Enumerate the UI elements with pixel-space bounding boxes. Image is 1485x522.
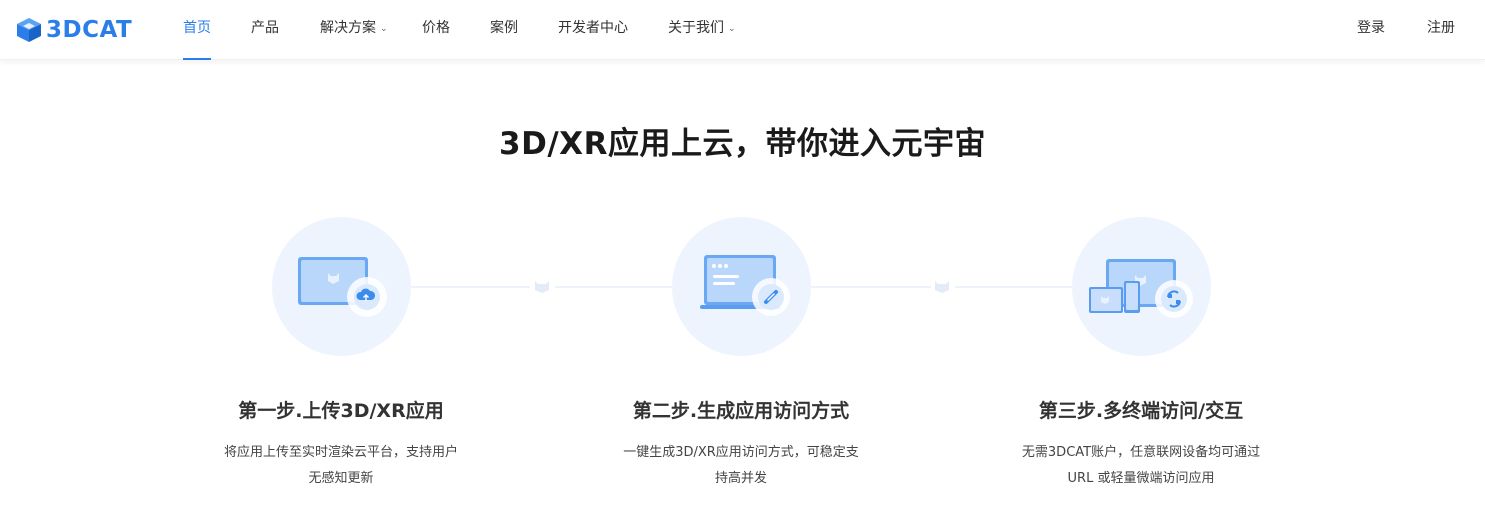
step-connector [955, 286, 1072, 288]
nav-label: 关于我们 [668, 20, 724, 36]
step-connector [410, 286, 530, 288]
nav-label: 开发者中心 [558, 20, 628, 36]
step-1-description: 将应用上传至实时渲染云平台，支持用户 无感知更新 [206, 440, 476, 492]
step-3-illustration [1072, 217, 1211, 356]
nav-item-about-us[interactable]: 关于我们 ⌄ [668, 0, 736, 60]
brand-name: 3DCAT [46, 17, 133, 43]
nav-item-products[interactable]: 产品 [251, 0, 279, 60]
nav-label: 价格 [422, 20, 450, 36]
sync-devices-icon [1089, 259, 1193, 318]
step-connector [555, 286, 672, 288]
nav-item-home[interactable]: 首页 [183, 0, 211, 60]
chevron-down-icon: ⌄ [380, 24, 388, 34]
link-icon [700, 255, 790, 316]
brand-logo[interactable]: 3DCAT [15, 14, 132, 46]
cat-mark-icon [535, 281, 549, 293]
step-1-illustration [272, 217, 411, 356]
nav-item-pricing[interactable]: 价格 [422, 0, 450, 60]
step-2-illustration [672, 217, 811, 356]
step-connector [811, 286, 931, 288]
nav-item-developer-center[interactable]: 开发者中心 [558, 0, 628, 60]
step-3-description: 无需3DCAT账户，任意联网设备均可通过 URL 或轻量微端访问应用 [1006, 440, 1276, 492]
description-line: 无感知更新 [308, 471, 374, 486]
login-link[interactable]: 登录 [1357, 0, 1385, 60]
nav-label: 解决方案 [320, 20, 376, 36]
nav-label: 首页 [183, 20, 211, 36]
nav-item-solutions[interactable]: 解决方案 ⌄ [320, 0, 388, 60]
cube-logo-icon [17, 18, 41, 42]
top-navigation-bar: 3DCAT 首页 产品 解决方案 ⌄ 价格 案例 开发者中心 关于我们 ⌄ 登录 注… [0, 0, 1485, 60]
page-title: 3D/XR应用上云，带你进入元宇宙 [499, 126, 986, 162]
description-line: 将应用上传至实时渲染云平台，支持用户 [223, 445, 458, 460]
step-1-title: 第一步.上传3D/XR应用 [238, 400, 444, 422]
nav-label: 产品 [251, 20, 279, 36]
description-line: 一键生成3D/XR应用访问方式，可稳定支 [623, 445, 859, 460]
step-2-description: 一键生成3D/XR应用访问方式，可稳定支 持高并发 [606, 440, 876, 492]
step-2-title: 第二步.生成应用访问方式 [632, 400, 850, 422]
chevron-down-icon: ⌄ [728, 24, 736, 34]
description-line: 持高并发 [714, 471, 767, 486]
nav-label: 案例 [490, 20, 518, 36]
register-link[interactable]: 注册 [1427, 0, 1455, 60]
step-3-title: 第三步.多终端访问/交互 [1038, 400, 1244, 422]
nav-item-cases[interactable]: 案例 [490, 0, 518, 60]
description-line: 无需3DCAT账户，任意联网设备均可通过 [1021, 445, 1261, 460]
upload-cloud-icon [298, 257, 387, 317]
description-line: URL 或轻量微端访问应用 [1067, 471, 1215, 486]
cat-mark-icon [935, 281, 949, 293]
